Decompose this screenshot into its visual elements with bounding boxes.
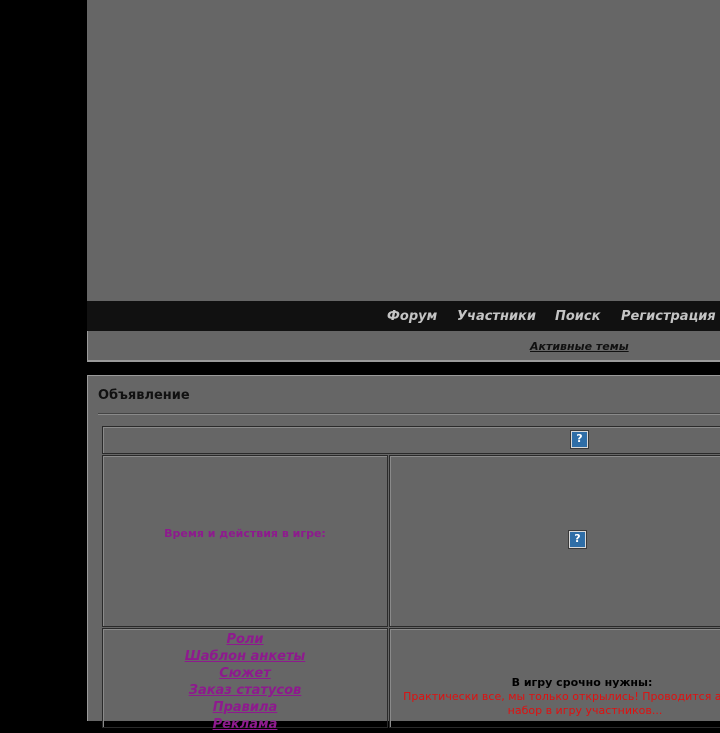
- menu-item-rules[interactable]: Правила: [103, 699, 387, 716]
- urgent-title: В игру срочно нужны:: [511, 676, 653, 689]
- nav-search[interactable]: Поиск: [555, 309, 600, 324]
- menu-item-plot[interactable]: Сюжет: [103, 665, 387, 682]
- broken-image-icon: ?: [569, 531, 586, 548]
- nav-forum[interactable]: Форум: [387, 309, 437, 324]
- sub-nav: Активные темы: [87, 331, 720, 362]
- announcement-panel: Объявление ? Время и действия в игре: ? …: [87, 375, 720, 732]
- divider: [98, 413, 720, 415]
- menu-item-profile-template[interactable]: Шаблон анкеты: [103, 648, 387, 665]
- time-label: Время и действия в игре:: [164, 527, 326, 540]
- menu-cell: Роли Шаблон анкеты Сюжет Заказ статусов …: [102, 628, 388, 732]
- broken-image-icon: ?: [571, 431, 588, 448]
- time-cell: Время и действия в игре:: [102, 455, 388, 627]
- menu-item-roles[interactable]: Роли: [103, 631, 387, 648]
- menu-item-advertising[interactable]: Реклама: [103, 716, 387, 733]
- urgent-cell: В игру срочно нужны: Практически все, мы…: [389, 628, 720, 728]
- header-banner: [87, 0, 720, 301]
- header-image-cell: ?: [102, 426, 720, 454]
- active-topics-link[interactable]: Активные темы: [530, 340, 629, 353]
- nav-register[interactable]: Регистрация: [621, 309, 716, 324]
- nav-members[interactable]: Участники: [457, 309, 536, 324]
- menu-list: Роли Шаблон анкеты Сюжет Заказ статусов …: [103, 631, 387, 733]
- urgent-text: Практически все, мы только открылись! Пр…: [403, 690, 720, 717]
- menu-item-status-order[interactable]: Заказ статусов: [103, 682, 387, 699]
- top-nav: Форум Участники Поиск Регистрация: [87, 301, 720, 331]
- time-image-cell: ?: [389, 455, 720, 627]
- announcement-title: Объявление: [98, 388, 190, 403]
